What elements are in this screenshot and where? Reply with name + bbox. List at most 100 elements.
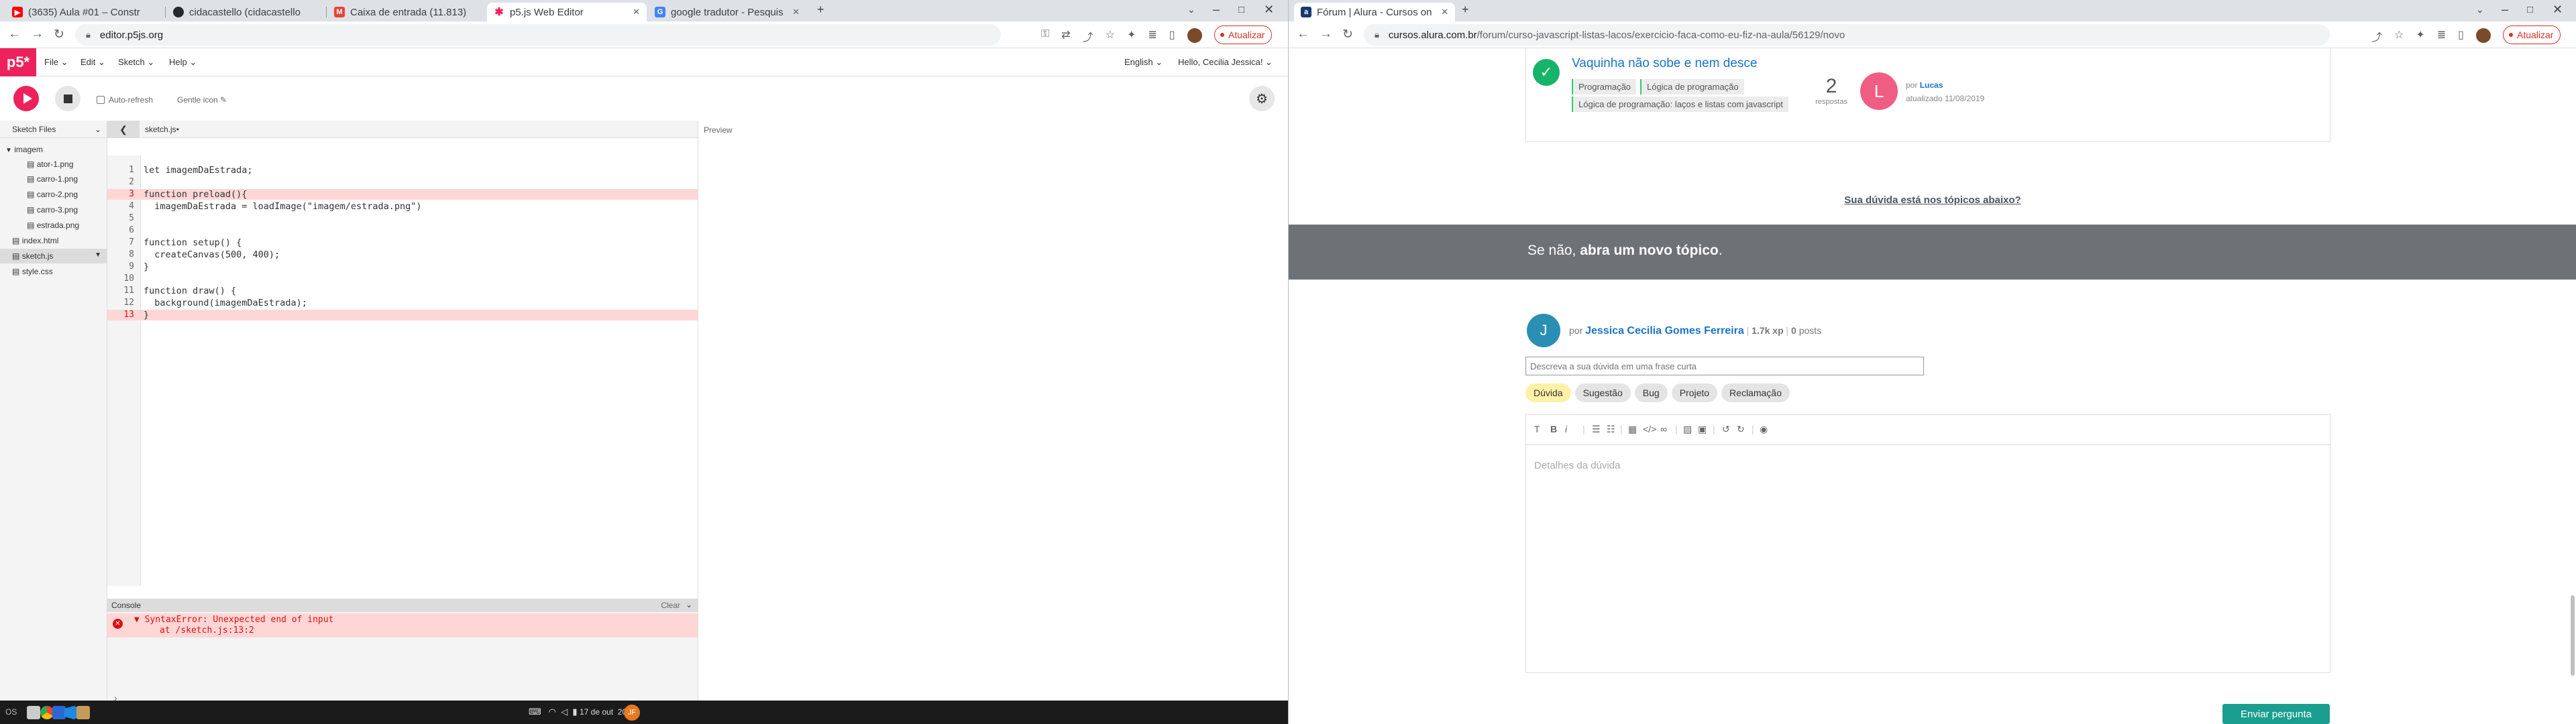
file-item-selected[interactable]: ▤ sketch.js ▼ <box>0 249 107 263</box>
tab-search-icon[interactable]: ⌄ <box>1187 4 1195 15</box>
italic-icon[interactable]: i <box>1565 424 1567 434</box>
tag[interactable]: Programação <box>1572 79 1637 95</box>
user-menu[interactable]: Hello, Cecilia Jessica! ⌄ <box>1178 57 1273 68</box>
type-reclamacao[interactable]: Reclamação <box>1721 383 1790 402</box>
app-icon[interactable] <box>76 706 90 719</box>
type-sugestao[interactable]: Sugestão <box>1574 383 1631 402</box>
file-item[interactable]: ▤ carro-1.png <box>27 174 78 184</box>
docs-app-icon[interactable] <box>52 706 66 719</box>
link-icon[interactable]: ∞ <box>1660 424 1667 434</box>
update-button[interactable]: Atualizar <box>1214 25 1273 44</box>
chrome-app-icon[interactable] <box>40 706 54 719</box>
tab-alura[interactable]: a Fórum | Alura - Cursos on ✕ <box>1294 3 1455 21</box>
tab-google[interactable]: Ggoogle tradutor - Pesquis ✕ <box>648 3 806 21</box>
page-scrollbar[interactable] <box>2571 595 2575 676</box>
file-item[interactable]: ▤ ator-1.png <box>27 160 73 169</box>
address-bar[interactable]: 🔒︎ cursos.alura.com.br/forum/curso-javasc… <box>1364 24 2330 46</box>
maximize-icon[interactable]: □ <box>1238 4 1244 15</box>
poster-name[interactable]: Jessica Cecilia Gomes Ferreira <box>1585 325 1744 337</box>
code-line[interactable]: function setup() { <box>144 237 241 248</box>
close-tab-icon[interactable]: ✕ <box>787 7 800 17</box>
code-line[interactable]: let imagemDaEstrada; <box>144 165 253 176</box>
error-message[interactable]: ▼ SyntaxError: Unexpected end of input <box>134 615 333 625</box>
p5-logo[interactable]: p5* <box>0 48 36 76</box>
topic-body-editor[interactable]: Detalhes da dúvida <box>1525 445 2330 673</box>
sidepanel-icon[interactable]: ▯ <box>1169 28 1175 44</box>
share-icon[interactable]: ⤴ <box>1083 28 1093 44</box>
code-line[interactable]: function preload(){ <box>144 189 247 200</box>
close-window-icon[interactable]: ✕ <box>2553 3 2563 17</box>
menu-file[interactable]: File ⌄ <box>44 57 68 68</box>
file-item[interactable]: ▤ style.css <box>12 267 53 276</box>
code-line[interactable]: imagemDaEstrada = loadImage("imagem/estr… <box>144 201 421 212</box>
file-item[interactable]: ▤ index.html <box>12 236 58 245</box>
language-menu[interactable]: English ⌄ <box>1124 57 1163 68</box>
user-avatar[interactable]: JF <box>624 705 640 721</box>
code-line[interactable]: background(imagemDaEstrada); <box>144 298 307 308</box>
new-tab-icon[interactable]: + <box>1462 3 1469 17</box>
author-avatar[interactable]: L <box>1860 72 1898 110</box>
topic-title-input[interactable] <box>1525 357 1924 375</box>
update-button[interactable]: Atualizar <box>2503 25 2561 44</box>
file-item[interactable]: ▤ estrada.png <box>27 221 79 230</box>
heading-icon[interactable]: T <box>1534 424 1540 434</box>
forward-icon[interactable]: → <box>1320 27 1332 42</box>
author-name[interactable]: Lucas <box>1920 80 1943 90</box>
reading-list-icon[interactable]: ≣ <box>1148 28 1157 44</box>
forward-icon[interactable]: → <box>31 27 44 42</box>
tag[interactable]: Lógica de programação: laços e listas co… <box>1572 97 1788 112</box>
type-bug[interactable]: Bug <box>1634 383 1668 402</box>
system-tray[interactable]: ⌨ ◠ ◁ ▮ <box>529 707 578 717</box>
pencil-icon[interactable]: ✎ <box>220 95 227 105</box>
tab-youtube[interactable]: ▶ (3635) Aula #01 – Constr <box>5 3 164 21</box>
share-icon[interactable]: ⤴ <box>2371 28 2382 44</box>
console-clear-button[interactable]: Clear <box>661 601 680 610</box>
close-tab-icon[interactable]: ✕ <box>1436 7 1448 17</box>
table-icon[interactable]: ▦ <box>1628 424 1637 435</box>
code-line[interactable]: } <box>144 261 149 272</box>
chevron-down-icon[interactable]: ⌄ <box>95 125 101 134</box>
tab-github[interactable]: cidacastello (cidacastello <box>166 3 325 21</box>
profile-avatar[interactable] <box>2475 28 2491 43</box>
collapse-sidebar-icon[interactable]: ❮ <box>107 121 140 138</box>
code-line[interactable]: } <box>144 310 149 320</box>
stop-button[interactable] <box>55 86 80 111</box>
os-launcher[interactable]: OS <box>5 707 17 717</box>
type-projeto[interactable]: Projeto <box>1671 383 1718 402</box>
tab-gmail[interactable]: M Caixa de entrada (11.813) <box>327 3 486 21</box>
profile-avatar[interactable] <box>1187 28 1202 43</box>
redo-icon[interactable]: ↻ <box>1737 424 1745 435</box>
address-bar[interactable]: 🔒︎ editor.p5js.org <box>75 24 1001 46</box>
menu-help[interactable]: Help ⌄ <box>169 57 197 68</box>
translate-icon[interactable]: ⇄ <box>1061 28 1070 44</box>
tab-search-icon[interactable]: ⌄ <box>2476 4 2484 15</box>
code-area[interactable]: 1 let imagemDaEstrada; 2 3 function preload(… <box>107 138 698 586</box>
tag[interactable]: Lógica de programação <box>1640 79 1744 95</box>
reload-icon[interactable]: ↻ <box>54 27 64 42</box>
reload-icon[interactable]: ↻ <box>1342 27 1353 42</box>
image-icon[interactable]: ▨ <box>1683 424 1692 435</box>
topic-card[interactable]: ✓ Vaquinha não sobe e nem desce Programa… <box>1525 48 2330 142</box>
code-line[interactable]: function draw() { <box>144 286 236 296</box>
menu-edit[interactable]: Edit ⌄ <box>80 57 105 68</box>
back-icon[interactable]: ← <box>8 27 21 42</box>
auto-refresh-checkbox[interactable] <box>97 96 105 104</box>
maximize-icon[interactable]: □ <box>2527 4 2533 15</box>
close-window-icon[interactable]: ✕ <box>1264 3 1274 17</box>
file-options-icon[interactable]: ▼ <box>95 251 101 259</box>
sidepanel-icon[interactable]: ▯ <box>2458 28 2464 44</box>
image-upload-icon[interactable]: ▣ <box>1698 424 1707 435</box>
doubt-link[interactable]: Sua dúvida está nos tópicos abaixo? <box>1289 194 2576 206</box>
poster-avatar[interactable]: J <box>1527 314 1560 347</box>
code-icon[interactable]: </> <box>1643 424 1656 434</box>
type-duvida[interactable]: Dúvida <box>1525 383 1571 402</box>
code-line[interactable]: createCanvas(500, 400); <box>144 249 280 260</box>
extensions-icon[interactable]: ✦ <box>2416 28 2424 44</box>
sketch-name[interactable]: Gentle icon ✎ <box>177 95 227 105</box>
files-app-icon[interactable] <box>27 706 40 719</box>
file-item[interactable]: ▤ carro-3.png <box>27 205 78 215</box>
close-tab-icon[interactable]: ✕ <box>627 7 640 17</box>
minimize-icon[interactable]: – <box>1213 3 1220 17</box>
vscode-app-icon[interactable] <box>64 706 78 719</box>
submit-question-button[interactable]: Enviar pergunta <box>2222 704 2330 724</box>
